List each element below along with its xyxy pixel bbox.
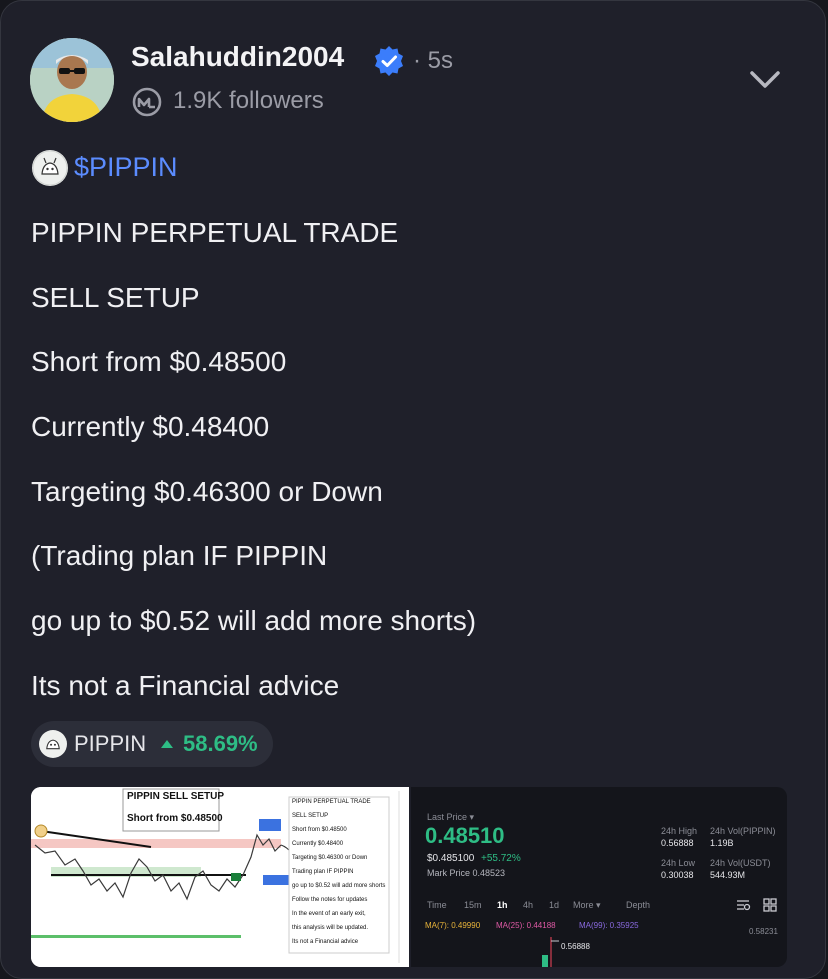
chart-high-label: 0.56888 xyxy=(561,942,590,951)
avatar[interactable] xyxy=(30,38,114,122)
candle-marker xyxy=(542,937,559,967)
image-subtitle: Short from $0.48500 xyxy=(127,813,223,824)
price-change: 58.69% xyxy=(183,731,258,756)
exchange-screenshot-attachment[interactable]: Last Price ▾ 0.48510 $0.485100 +55.72% M… xyxy=(411,787,787,967)
note-line: In the event of an early exit, xyxy=(292,911,366,917)
up-arrow-icon xyxy=(161,740,173,748)
note-line: SELL SETUP xyxy=(292,813,329,819)
note-line: Currently $0.48400 xyxy=(292,841,344,847)
verified-badge-icon xyxy=(375,46,403,76)
note-line: Targeting $0.46300 or Down xyxy=(292,855,368,861)
post-line: Targeting $0.46300 or Down xyxy=(31,476,383,507)
coin-price-chip[interactable]: PIPPIN 58.69% xyxy=(31,721,273,767)
chevron-down-icon[interactable] xyxy=(747,67,783,93)
note-line: PIPPIN PERPETUAL TRADE xyxy=(292,799,371,805)
pippin-coin-icon xyxy=(39,730,67,758)
note-line: Trading plan IF PIPPIN xyxy=(292,869,354,875)
pippin-coin-icon xyxy=(32,150,68,186)
coin-name: PIPPIN xyxy=(74,731,147,756)
post-time: · 5s xyxy=(413,47,454,74)
post-line: (Trading plan IF PIPPIN xyxy=(31,540,328,571)
chart-image-attachment[interactable]: PIPPIN SELL SETUP Short from $0.48500 PI… xyxy=(31,787,409,967)
username[interactable]: Salahuddin2004 xyxy=(131,41,344,73)
post-line: go up to $0.52 will add more shorts) xyxy=(31,605,477,636)
note-line: this analysis will be updated. xyxy=(292,925,369,931)
post-line: Currently $0.48400 xyxy=(31,411,270,442)
post-line: Short from $0.48500 xyxy=(31,346,287,377)
post-card: Salahuddin2004 · 5s 1.9K followers $PIPP… xyxy=(0,0,826,979)
note-line: Short from $0.48500 xyxy=(292,827,347,833)
post-line: SELL SETUP xyxy=(31,282,200,313)
note-line: Follow the notes for updates xyxy=(292,897,368,903)
post-line: PIPPIN PERPETUAL TRADE xyxy=(31,217,399,248)
coinmarketcap-logo-icon xyxy=(132,87,162,117)
note-line: Its not a Financial advice xyxy=(292,939,359,945)
image-title: PIPPIN SELL SETUP xyxy=(127,791,225,802)
ticker-link[interactable]: $PIPPIN xyxy=(74,152,178,183)
post-line: Its not a Financial advice xyxy=(31,670,340,701)
follower-count: 1.9K followers xyxy=(173,87,324,114)
note-line: go up to $0.52 will add more shorts xyxy=(292,883,386,889)
